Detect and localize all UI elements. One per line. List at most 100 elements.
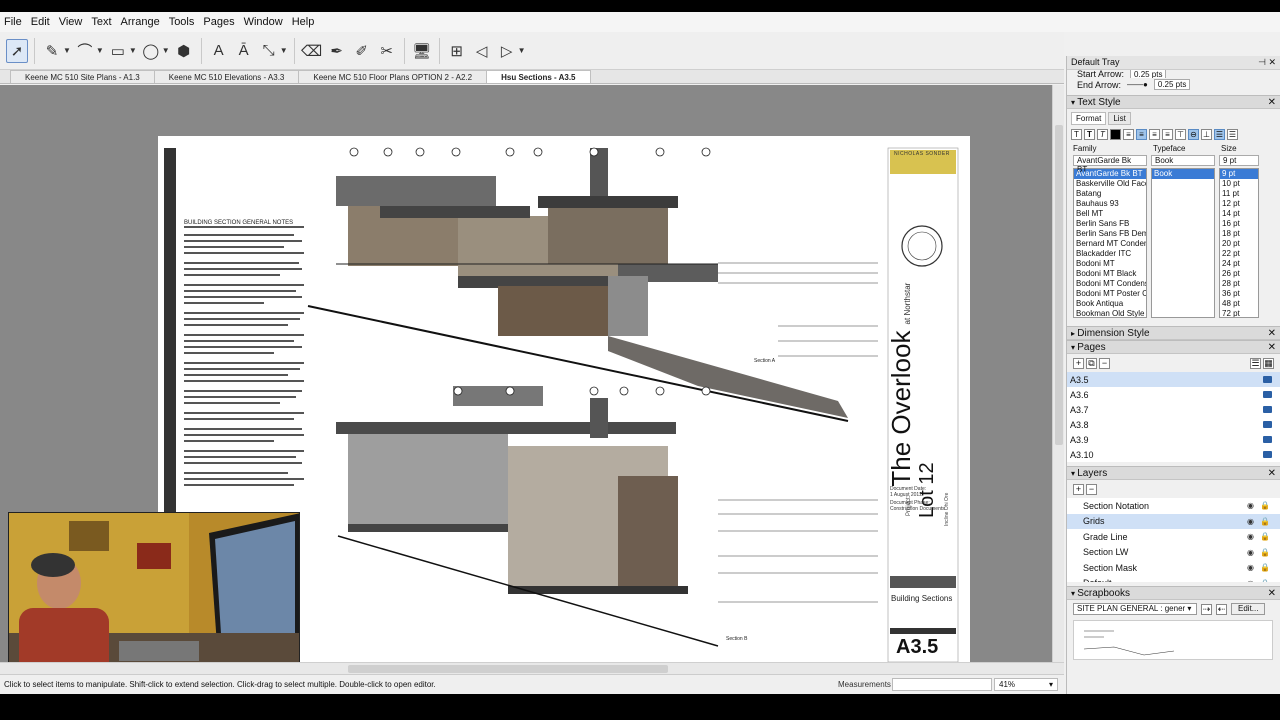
menu-edit[interactable]: Edit (31, 16, 50, 28)
close-icon[interactable]: ✕ (1268, 342, 1276, 353)
remove-page-icon[interactable]: − (1099, 357, 1110, 369)
lock-icon[interactable]: 🔒 (1260, 548, 1270, 557)
layers-header[interactable]: Layers ✕ (1067, 466, 1280, 480)
chevron-down-icon[interactable]: ▼ (96, 46, 104, 55)
polygon-tool-icon[interactable]: ⬢ (173, 39, 195, 63)
menu-tools[interactable]: Tools (169, 16, 195, 28)
eraser-tool-icon[interactable]: ⌫ (301, 39, 323, 63)
presentation-page-icon[interactable] (1263, 406, 1272, 413)
font-family-option[interactable]: Batang (1074, 189, 1146, 199)
label-tool-icon[interactable]: Ā (233, 39, 255, 63)
align-justify-icon[interactable]: ≡ (1162, 129, 1173, 140)
visibility-eye-icon[interactable]: ◉ (1247, 563, 1254, 572)
align-right-icon[interactable]: ≡ (1149, 129, 1160, 140)
font-size-option[interactable]: 72 pt (1220, 309, 1258, 317)
family-list[interactable]: AvantGarde Bk BT Baskerville Old Face Bata… (1073, 168, 1147, 318)
zoom-select[interactable]: 41% ▾ (994, 678, 1058, 691)
font-size-option[interactable]: 24 pt (1220, 259, 1258, 269)
typeface-input[interactable]: Book (1151, 155, 1215, 166)
thumbnail-view-icon[interactable]: ▦ (1263, 357, 1274, 369)
font-family-option[interactable]: Book Antiqua (1074, 299, 1146, 309)
page-item[interactable]: A3.5 (1067, 372, 1280, 387)
font-size-option[interactable]: 20 pt (1220, 239, 1258, 249)
font-family-option[interactable]: Bookman Old Style (1074, 309, 1146, 317)
scroll-thumb[interactable] (348, 665, 668, 673)
previous-page-icon[interactable]: ◁ (471, 39, 493, 63)
page-item[interactable]: A3.10 (1067, 447, 1280, 462)
bold-icon[interactable]: T (1084, 129, 1095, 140)
tab-site-plans[interactable]: Keene MC 510 Site Plans - A1.3 (10, 70, 155, 83)
page-item[interactable]: A3.8 (1067, 417, 1280, 432)
text-style-header[interactable]: Text Style ✕ (1067, 95, 1280, 109)
circle-tool-icon[interactable]: ◯ (140, 39, 162, 63)
anchor-top-icon[interactable]: ⊤ (1175, 129, 1186, 140)
indent-icon[interactable]: ☰ (1227, 129, 1238, 140)
rectangle-tool-icon[interactable]: ▭ (107, 39, 129, 63)
close-icon[interactable]: ✕ (1268, 588, 1276, 599)
font-size-option[interactable]: 14 pt (1220, 209, 1258, 219)
family-input[interactable]: AvantGarde Bk BT (1073, 155, 1147, 174)
align-center-icon[interactable]: ≡ (1136, 129, 1147, 140)
add-page-icon[interactable]: + (1073, 357, 1084, 369)
arc-tool-icon[interactable]: ⌒ (74, 39, 96, 63)
split-tool-icon[interactable]: ✂ (376, 39, 398, 63)
dimension-tool-icon[interactable]: ⤡ (258, 39, 280, 63)
font-size-option[interactable]: 26 pt (1220, 269, 1258, 279)
menu-view[interactable]: View (59, 16, 83, 28)
font-size-option[interactable]: 12 pt (1220, 199, 1258, 209)
scrapbook-select[interactable]: SITE PLAN GENERAL : gener ▾ (1073, 603, 1197, 615)
layer-item[interactable]: Section Mask ◉ 🔒 (1067, 560, 1280, 576)
close-icon[interactable]: ✕ (1268, 328, 1276, 339)
add-page-icon[interactable]: ⊞ (446, 39, 468, 63)
font-family-option[interactable]: Bodoni MT Poster Compressed (1074, 289, 1146, 299)
duplicate-page-icon[interactable]: ⧉ (1086, 357, 1097, 369)
font-size-option[interactable]: 18 pt (1220, 229, 1258, 239)
align-left-icon[interactable]: ≡ (1123, 129, 1134, 140)
add-layer-icon[interactable]: + (1073, 483, 1084, 495)
visibility-eye-icon[interactable]: ◉ (1247, 532, 1254, 541)
chevron-down-icon[interactable]: ▼ (63, 46, 71, 55)
menu-arrange[interactable]: Arrange (121, 16, 160, 28)
chevron-down-icon[interactable]: ▼ (518, 46, 526, 55)
vertical-scrollbar[interactable] (1052, 85, 1064, 662)
next-page-icon[interactable]: ▷ (496, 39, 518, 63)
page-item[interactable]: A3.6 (1067, 387, 1280, 402)
visibility-eye-icon[interactable]: ◉ (1247, 517, 1254, 526)
anchor-bottom-icon[interactable]: ⊥ (1201, 129, 1212, 140)
font-size-option[interactable]: 9 pt (1220, 169, 1258, 179)
font-family-option[interactable]: Bodoni MT Black (1074, 269, 1146, 279)
typeface-option[interactable]: Book (1152, 169, 1214, 179)
select-tool-icon[interactable]: ➚ (6, 38, 28, 63)
font-family-option[interactable]: Bodoni MT (1074, 259, 1146, 269)
font-family-option[interactable]: Bauhaus 93 (1074, 199, 1146, 209)
list-icon[interactable]: ☰ (1214, 129, 1225, 140)
remove-layer-icon[interactable]: − (1086, 483, 1097, 495)
presentation-page-icon[interactable] (1263, 436, 1272, 443)
chevron-down-icon[interactable]: ▼ (129, 46, 137, 55)
font-family-option[interactable]: Berlin Sans FB Demi (1074, 229, 1146, 239)
start-arrow-size[interactable]: 0.25 pts (1130, 70, 1167, 78)
layer-item[interactable]: Grade Line ◉ 🔒 (1067, 529, 1280, 545)
page-item[interactable]: A3.9 (1067, 432, 1280, 447)
layer-item[interactable]: Section Notation ◉ 🔒 (1067, 498, 1280, 514)
menu-pages[interactable]: Pages (203, 16, 234, 28)
presentation-icon[interactable]: 🖥 (411, 39, 433, 63)
drawing-canvas[interactable]: BUILDING SECTION GENERAL NOTES NICHOLAS … (0, 85, 1052, 662)
font-size-option[interactable]: 11 pt (1220, 189, 1258, 199)
scroll-thumb[interactable] (1055, 125, 1063, 445)
paint-bucket-tool-icon[interactable]: ✐ (351, 39, 373, 63)
chevron-down-icon[interactable]: ▼ (280, 46, 288, 55)
font-size-option[interactable]: 36 pt (1220, 289, 1258, 299)
pin-close-icon[interactable]: ⊣ ✕ (1258, 57, 1276, 68)
tab-list[interactable]: List (1108, 112, 1131, 125)
eyedropper-tool-icon[interactable]: ✒ (326, 39, 348, 63)
scrapbooks-header[interactable]: Scrapbooks ✕ (1067, 586, 1280, 600)
font-family-option[interactable]: Bell MT (1074, 209, 1146, 219)
layer-item[interactable]: Section LW ◉ 🔒 (1067, 544, 1280, 560)
dimension-style-header[interactable]: Dimension Style ✕ (1067, 326, 1280, 340)
measurements-input[interactable] (892, 678, 992, 691)
back-icon[interactable]: ⇠ (1216, 603, 1227, 615)
forward-icon[interactable]: ⇢ (1201, 603, 1212, 615)
end-arrow-line-icon[interactable]: ——● (1127, 80, 1148, 89)
text-tool-icon[interactable]: A (208, 39, 230, 63)
